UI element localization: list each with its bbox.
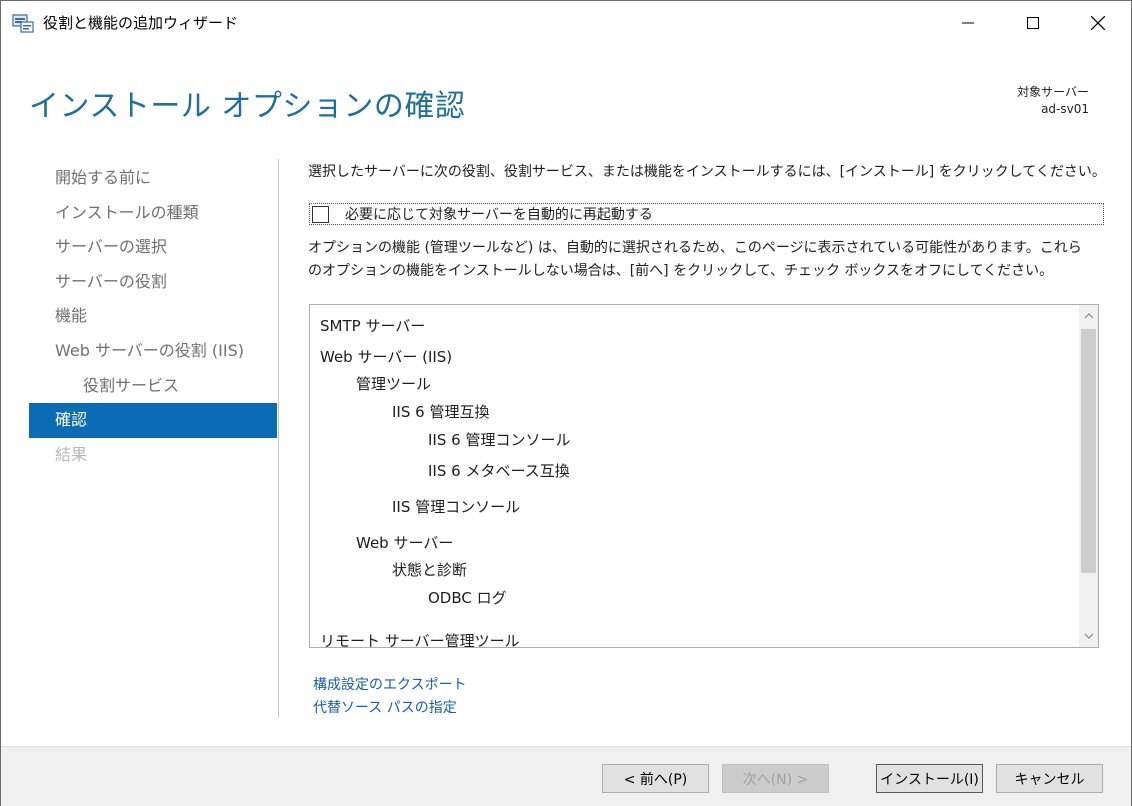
list-item: IIS 管理コンソール bbox=[392, 498, 521, 516]
minimize-button[interactable] bbox=[945, 1, 991, 45]
features-scrollbar[interactable] bbox=[1079, 305, 1098, 647]
nav-item-web-server-role[interactable]: Web サーバーの役割 (IIS) bbox=[29, 334, 277, 369]
features-list[interactable]: SMTP サーバー Web サーバー (IIS) 管理ツール IIS 6 管理互… bbox=[309, 304, 1099, 648]
nav-item-features[interactable]: 機能 bbox=[29, 299, 277, 334]
list-item: 状態と診断 bbox=[392, 561, 468, 579]
export-config-link[interactable]: 構成設定のエクスポート bbox=[313, 674, 467, 694]
list-item: 管理ツール bbox=[356, 375, 432, 393]
optional-note-line-2: のオプションの機能をインストールしない場合は、[前へ] をクリックして、チェック… bbox=[308, 263, 1054, 279]
features-list-content: SMTP サーバー Web サーバー (IIS) 管理ツール IIS 6 管理互… bbox=[310, 305, 1080, 647]
list-item: ODBC ログ bbox=[428, 589, 507, 607]
list-item: IIS 6 管理互換 bbox=[392, 403, 490, 421]
list-item: リモート サーバー管理ツール bbox=[320, 632, 520, 648]
maximize-button[interactable] bbox=[1010, 1, 1056, 45]
nav-item-installation-type[interactable]: インストールの種類 bbox=[29, 196, 277, 231]
target-server-label: 対象サーバー bbox=[1017, 85, 1089, 99]
wizard-nav: 開始する前に インストールの種類 サーバーの選択 サーバーの役割 機能 Web … bbox=[29, 161, 277, 472]
chevron-up-icon bbox=[1084, 313, 1093, 319]
page-title: インストール オプションの確認 bbox=[29, 89, 466, 124]
scroll-up-button[interactable] bbox=[1079, 305, 1098, 327]
list-item: IIS 6 管理コンソール bbox=[428, 431, 571, 449]
nav-item-role-services[interactable]: 役割サービス bbox=[29, 369, 277, 404]
nav-item-server-selection[interactable]: サーバーの選択 bbox=[29, 230, 277, 265]
restart-checkbox-row[interactable]: 必要に応じて対象サーバーを自動的に再起動する bbox=[309, 203, 1104, 225]
install-button[interactable]: インストール(I) bbox=[876, 764, 983, 793]
nav-divider bbox=[278, 159, 279, 717]
list-item: Web サーバー (IIS) bbox=[320, 348, 453, 366]
close-icon bbox=[1091, 16, 1105, 30]
wizard-footer: < 前へ(P) 次へ(N) > インストール(I) キャンセル bbox=[1, 746, 1131, 806]
close-button[interactable] bbox=[1075, 1, 1121, 45]
previous-button[interactable]: < 前へ(P) bbox=[602, 764, 709, 793]
alternate-source-link[interactable]: 代替ソース パスの指定 bbox=[313, 697, 457, 717]
restart-checkbox[interactable] bbox=[312, 205, 329, 223]
scroll-down-button[interactable] bbox=[1079, 625, 1098, 647]
nav-item-results: 結果 bbox=[55, 444, 88, 464]
list-item: Web サーバー bbox=[356, 534, 454, 552]
next-button: 次へ(N) > bbox=[722, 764, 829, 793]
chevron-down-icon bbox=[1084, 633, 1093, 639]
list-item: IIS 6 メタベース互換 bbox=[428, 462, 570, 480]
optional-note-line-1: オプションの機能 (管理ツールなど) は、自動的に選択されるため、このページに表… bbox=[308, 240, 1082, 256]
optional-features-note: オプションの機能 (管理ツールなど) は、自動的に選択されるため、このページに表… bbox=[308, 237, 1108, 283]
nav-item-confirmation[interactable]: 確認 bbox=[29, 403, 277, 438]
cancel-button[interactable]: キャンセル bbox=[996, 764, 1103, 793]
nav-item-server-roles[interactable]: サーバーの役割 bbox=[29, 265, 277, 300]
window-title: 役割と機能の追加ウィザード bbox=[43, 14, 239, 32]
server-manager-icon bbox=[12, 13, 34, 33]
title-bar: 役割と機能の追加ウィザード bbox=[1, 1, 1131, 45]
maximize-icon bbox=[1027, 17, 1039, 29]
wizard-window: 役割と機能の追加ウィザード インストール オプションの確認 対象サーバー ad-… bbox=[0, 0, 1132, 806]
nav-item-before-you-begin[interactable]: 開始する前に bbox=[29, 161, 277, 196]
scroll-thumb[interactable] bbox=[1081, 329, 1096, 573]
list-item: SMTP サーバー bbox=[320, 317, 426, 335]
intro-text: 選択したサーバーに次の役割、役割サービス、または機能をインストールするには、[イ… bbox=[308, 164, 1106, 180]
minimize-icon bbox=[962, 22, 974, 24]
target-server-value: ad-sv01 bbox=[1041, 102, 1089, 116]
restart-checkbox-label[interactable]: 必要に応じて対象サーバーを自動的に再起動する bbox=[345, 204, 653, 224]
